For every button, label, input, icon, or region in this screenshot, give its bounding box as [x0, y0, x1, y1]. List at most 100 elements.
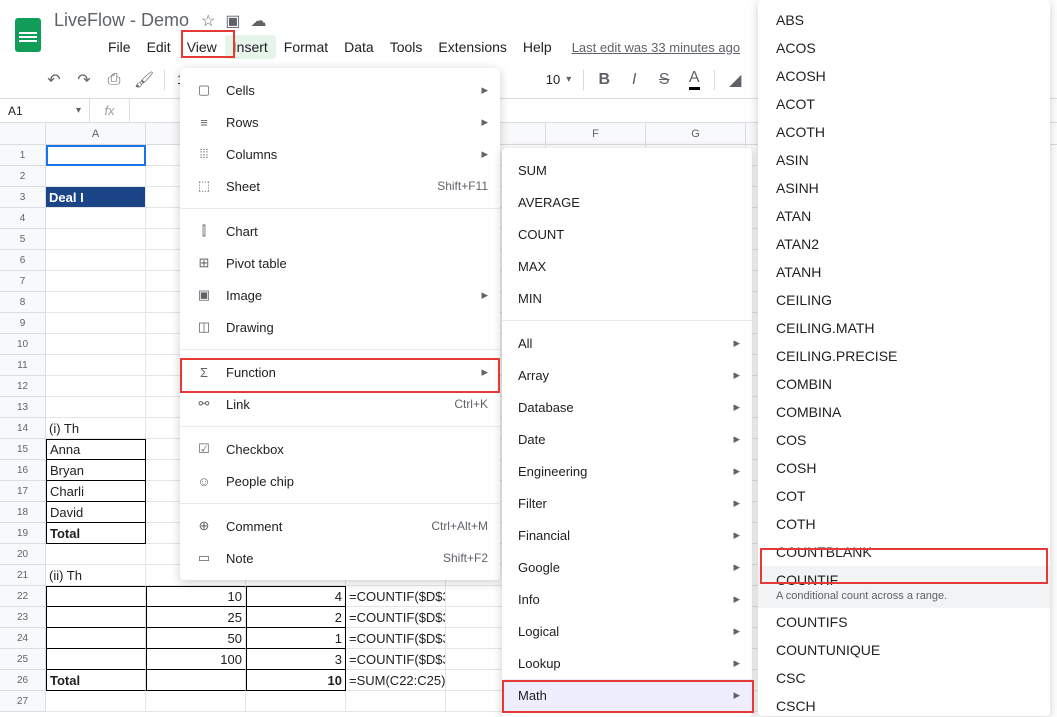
cell[interactable]	[46, 145, 146, 166]
menu-edit[interactable]: Edit	[139, 35, 179, 59]
cat-item-logical[interactable]: Logical▸	[502, 615, 752, 647]
cell[interactable]	[146, 691, 246, 712]
cat-item-google[interactable]: Google▸	[502, 551, 752, 583]
cell[interactable]: =COUNTIF($D$3:$D$12,E	[346, 628, 446, 649]
row-header[interactable]: 19	[0, 523, 46, 544]
function-countif[interactable]: COUNTIFA conditional count across a rang…	[758, 566, 1050, 608]
cell[interactable]	[46, 586, 146, 607]
row-header[interactable]: 4	[0, 208, 46, 229]
name-box[interactable]: A1▾	[0, 99, 90, 122]
cell[interactable]	[146, 670, 246, 691]
row-header[interactable]: 26	[0, 670, 46, 691]
row-header[interactable]: 2	[0, 166, 46, 187]
cell[interactable]: 25	[146, 607, 246, 628]
cell[interactable]	[46, 292, 146, 313]
italic-icon[interactable]: I	[620, 66, 648, 94]
cell[interactable]	[46, 544, 146, 565]
row-header[interactable]: 10	[0, 334, 46, 355]
cell[interactable]	[46, 355, 146, 376]
cell[interactable]: =COUNTIF($D$3:$D$12,E	[346, 649, 446, 670]
menu-item-chart[interactable]: ⫿Chart	[180, 215, 500, 247]
function-countifs[interactable]: COUNTIFS	[758, 608, 1050, 636]
cell[interactable]	[46, 334, 146, 355]
cell[interactable]: 3	[246, 649, 346, 670]
menu-format[interactable]: Format	[276, 35, 336, 59]
row-header[interactable]: 8	[0, 292, 46, 313]
cat-item-sum[interactable]: SUM	[502, 154, 752, 186]
cell[interactable]: Total	[46, 523, 146, 544]
cell[interactable]: =COUNTIF($D$3:$D$12,	[346, 586, 446, 607]
row-header[interactable]: 11	[0, 355, 46, 376]
cat-item-date[interactable]: Date▸	[502, 423, 752, 455]
function-csc[interactable]: CSC	[758, 664, 1050, 692]
star-icon[interactable]: ☆	[201, 11, 215, 31]
cell[interactable]: Total	[46, 670, 146, 691]
cloud-icon[interactable]: ☁	[251, 11, 267, 31]
row-header[interactable]: 17	[0, 481, 46, 502]
row-header[interactable]: 13	[0, 397, 46, 418]
cell[interactable]	[46, 166, 146, 187]
cat-item-average[interactable]: AVERAGE	[502, 186, 752, 218]
row-header[interactable]: 16	[0, 460, 46, 481]
menu-item-sheet[interactable]: ⬚SheetShift+F11	[180, 170, 500, 202]
function-acoth[interactable]: ACOTH	[758, 118, 1050, 146]
row-header[interactable]: 23	[0, 607, 46, 628]
cell[interactable]: 2	[246, 607, 346, 628]
function-cosh[interactable]: COSH	[758, 454, 1050, 482]
fill-color-icon[interactable]: ◢	[721, 66, 749, 94]
menu-item-rows[interactable]: ≡Rows▸	[180, 106, 500, 138]
cell[interactable]	[46, 376, 146, 397]
strike-icon[interactable]: S	[650, 66, 678, 94]
row-header[interactable]: 1	[0, 145, 46, 166]
cat-item-max[interactable]: MAX	[502, 250, 752, 282]
col-header[interactable]: F	[546, 123, 646, 144]
function-coth[interactable]: COTH	[758, 510, 1050, 538]
menu-data[interactable]: Data	[336, 35, 382, 59]
row-header[interactable]: 7	[0, 271, 46, 292]
function-asin[interactable]: ASIN	[758, 146, 1050, 174]
row-header[interactable]: 5	[0, 229, 46, 250]
cell[interactable]: 100	[146, 649, 246, 670]
row-header[interactable]: 22	[0, 586, 46, 607]
row-header[interactable]: 24	[0, 628, 46, 649]
menu-item-pivot-table[interactable]: ⊞Pivot table	[180, 247, 500, 279]
cat-item-all[interactable]: All▸	[502, 327, 752, 359]
row-header[interactable]: 15	[0, 439, 46, 460]
row-header[interactable]: 25	[0, 649, 46, 670]
cell[interactable]	[46, 208, 146, 229]
font-size-dropdown[interactable]: 10	[540, 72, 578, 87]
function-atan[interactable]: ATAN	[758, 202, 1050, 230]
function-acosh[interactable]: ACOSH	[758, 62, 1050, 90]
row-header[interactable]: 9	[0, 313, 46, 334]
cell[interactable]: 10	[246, 670, 346, 691]
cell[interactable]: (ii) Th	[46, 565, 146, 586]
function-countunique[interactable]: COUNTUNIQUE	[758, 636, 1050, 664]
cat-item-financial[interactable]: Financial▸	[502, 519, 752, 551]
cell[interactable]	[46, 229, 146, 250]
cell[interactable]: Anna	[46, 439, 146, 460]
document-title[interactable]: LiveFlow - Demo	[48, 8, 195, 33]
menu-item-cells[interactable]: ▢Cells▸	[180, 74, 500, 106]
function-combin[interactable]: COMBIN	[758, 370, 1050, 398]
row-header[interactable]: 3	[0, 187, 46, 208]
cat-item-array[interactable]: Array▸	[502, 359, 752, 391]
cell[interactable]: 10	[146, 586, 246, 607]
cell[interactable]: 1	[246, 628, 346, 649]
cell[interactable]: Charli	[46, 481, 146, 502]
cat-item-lookup[interactable]: Lookup▸	[502, 647, 752, 679]
row-header[interactable]: 18	[0, 502, 46, 523]
cell[interactable]	[46, 397, 146, 418]
menu-item-link[interactable]: ⚯LinkCtrl+K	[180, 388, 500, 420]
col-header[interactable]: G	[646, 123, 746, 144]
menu-insert[interactable]: Insert	[225, 35, 276, 59]
function-cot[interactable]: COT	[758, 482, 1050, 510]
menu-file[interactable]: File	[100, 35, 139, 59]
menu-item-image[interactable]: ▣Image▸	[180, 279, 500, 311]
function-atanh[interactable]: ATANH	[758, 258, 1050, 286]
function-ceiling.precise[interactable]: CEILING.PRECISE	[758, 342, 1050, 370]
row-header[interactable]: 21	[0, 565, 46, 586]
cell[interactable]	[46, 271, 146, 292]
row-header[interactable]: 27	[0, 691, 46, 712]
cell[interactable]	[46, 313, 146, 334]
paint-format-icon[interactable]: 🖌	[130, 66, 158, 94]
